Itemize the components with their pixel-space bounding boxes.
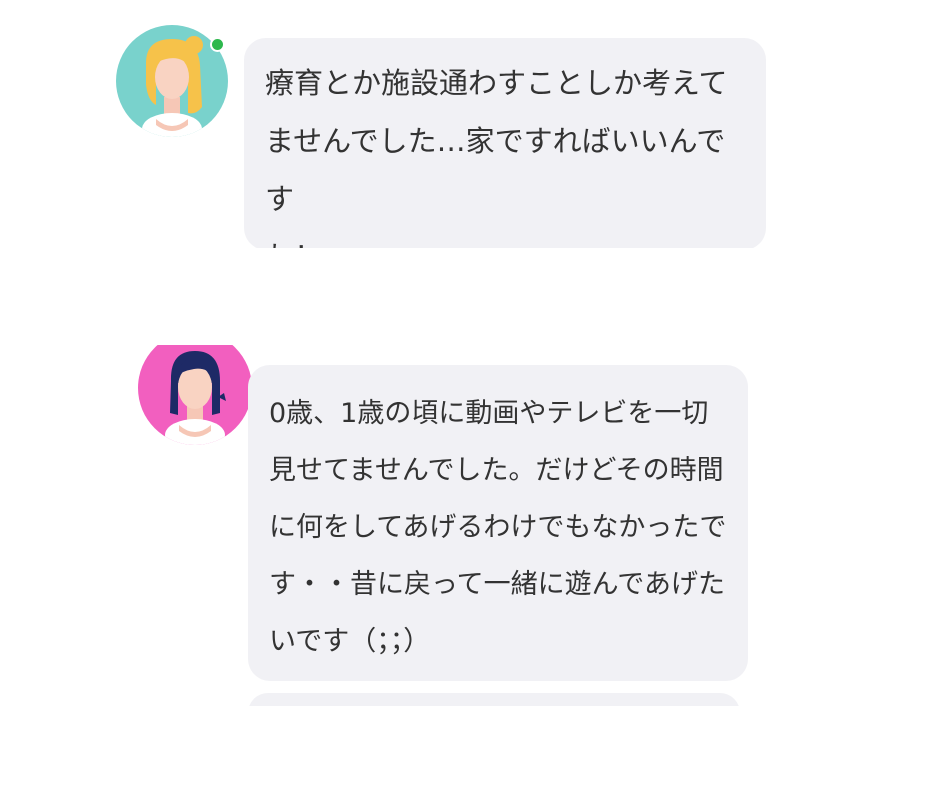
next-message-bubble	[248, 693, 740, 706]
message-line: 見せてませんでした。だけどその時間	[269, 455, 724, 486]
message-line: ね！	[265, 228, 746, 248]
online-status-dot	[210, 37, 225, 52]
message-line: 療育とか施設通わすことしか考えて	[265, 66, 728, 100]
message-bubble: 療育とか施設通わすことしか考えて ませんでした…家ですればいいんです ね！	[244, 38, 766, 248]
chat-message-2: 0歳、1歳の頃に動画やテレビを一切 見せてませんでした。だけどその時間 に何をし…	[0, 345, 940, 706]
chat-message-1: 療育とか施設通わすことしか考えて ませんでした…家ですればいいんです ね！	[0, 24, 940, 248]
message-line: 0歳、1歳の頃に動画やテレビを一切	[269, 398, 709, 429]
message-bubble: 0歳、1歳の頃に動画やテレビを一切 見せてませんでした。だけどその時間 に何をし…	[248, 365, 748, 681]
message-line: ませんでした…家ですればいいんです	[265, 124, 726, 216]
message-line: いです（；；）	[269, 626, 431, 657]
message-line: に何をしてあげるわけでもなかったで	[269, 512, 727, 543]
woman-dark-hair-avatar-icon[interactable]	[138, 345, 252, 445]
message-line: す・・昔に戻って一緒に遊んであげた	[269, 569, 726, 600]
